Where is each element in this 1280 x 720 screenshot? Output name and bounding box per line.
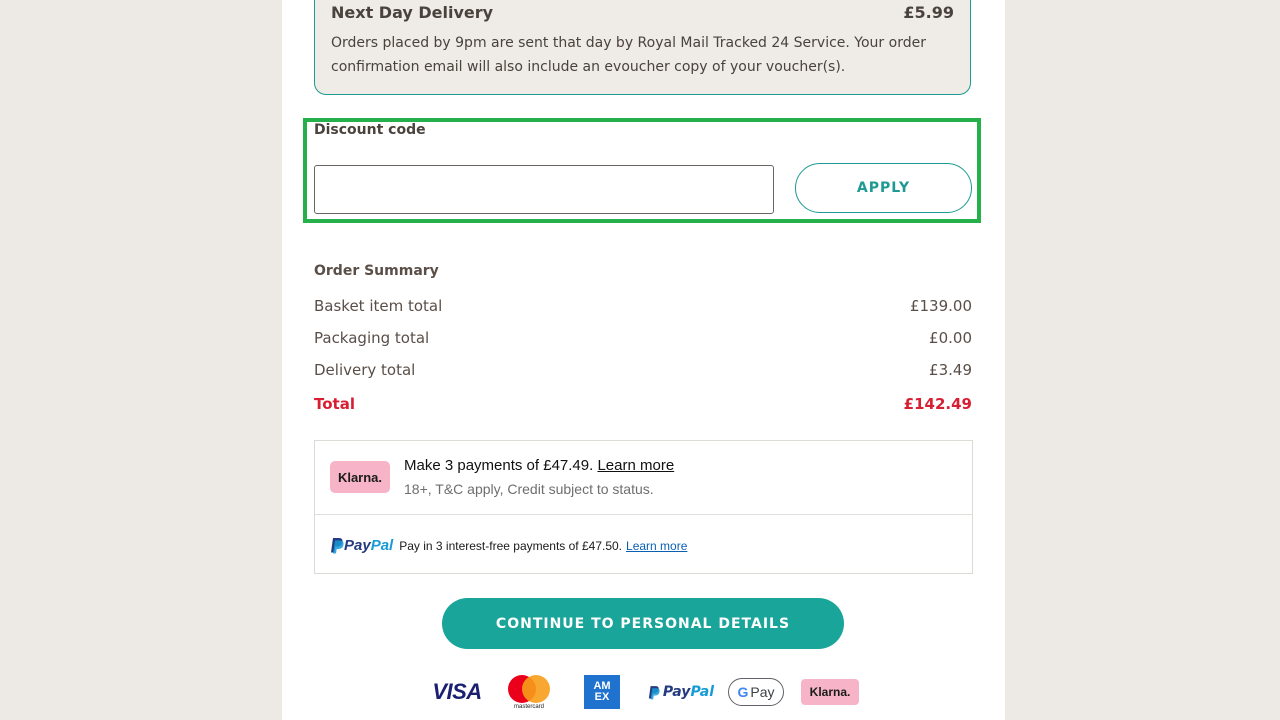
google-pay-text: Pay <box>750 684 775 700</box>
summary-label: Basket item total <box>314 297 443 315</box>
discount-code-input[interactable] <box>314 165 774 214</box>
klarna-terms: 18+, T&C apply, Credit subject to status… <box>404 481 654 497</box>
visa-icon: VISA <box>432 679 482 704</box>
total-label: Total <box>314 395 355 413</box>
klarna-logo: Klarna. <box>330 461 390 493</box>
paypal-p-icon <box>331 538 344 554</box>
summary-value: £0.00 <box>929 329 972 347</box>
summary-row-total: Total £142.49 <box>314 395 972 417</box>
paypal-logo-pal: Pal <box>690 684 715 700</box>
order-summary-title: Order Summary <box>314 263 439 279</box>
paypal-logo-pay: Pay <box>662 684 691 700</box>
summary-value: £3.49 <box>929 361 972 379</box>
paypal-logo-pay: Pay <box>344 537 371 554</box>
discount-code-label: Discount code <box>314 122 426 138</box>
amex-text-bottom: EX <box>594 691 610 703</box>
paypal-logo-pal: Pal <box>370 537 394 554</box>
divider <box>315 514 972 515</box>
summary-row-packaging: Packaging total £0.00 <box>314 329 972 351</box>
mastercard-text: mastercard <box>513 703 544 710</box>
summary-row-delivery: Delivery total £3.49 <box>314 361 972 383</box>
apply-discount-button[interactable]: APPLY <box>795 163 972 213</box>
paypal-message: Pay Pal Pay in 3 interest-free payments o… <box>330 537 687 554</box>
mastercard-icon: mastercard <box>506 672 552 712</box>
paypal-logo: Pay Pal <box>330 537 393 554</box>
amex-icon: AM EX <box>584 675 620 709</box>
klarna-message: Make 3 payments of £47.49. Learn more <box>404 457 674 474</box>
google-g-icon: G <box>737 684 749 700</box>
summary-label: Delivery total <box>314 361 416 379</box>
paypal-learn-more-link[interactable]: Learn more <box>626 539 687 553</box>
summary-label: Packaging total <box>314 329 430 347</box>
payment-methods: VISA mastercard AM EX Pay Pal G Pay Klarn… <box>428 672 868 712</box>
paypal-p-icon <box>648 685 660 699</box>
paypal-icon: Pay Pal <box>646 672 716 712</box>
delivery-option-card[interactable]: Next Day Delivery £5.99 Orders placed by… <box>314 0 971 95</box>
google-pay-icon: G Pay <box>728 678 784 706</box>
klarna-message-text: Make 3 payments of £47.49. <box>404 457 594 474</box>
delivery-description: Orders placed by 9pm are sent that day b… <box>331 35 926 75</box>
summary-row-basket: Basket item total £139.00 <box>314 297 972 319</box>
continue-to-personal-details-button[interactable]: CONTINUE TO PERSONAL DETAILS <box>442 598 844 649</box>
checkout-panel: Next Day Delivery £5.99 Orders placed by… <box>282 0 1005 720</box>
total-value: £142.49 <box>903 395 972 413</box>
delivery-title: Next Day Delivery <box>331 3 494 22</box>
klarna-learn-more-link[interactable]: Learn more <box>597 457 674 474</box>
summary-value: £139.00 <box>909 297 972 315</box>
klarna-icon: Klarna. <box>801 679 859 705</box>
delivery-price: £5.99 <box>903 3 954 22</box>
pay-later-box: Klarna. Make 3 payments of £47.49. Learn… <box>314 440 973 574</box>
paypal-message-text: Pay in 3 interest-free payments of £47.5… <box>399 538 623 553</box>
